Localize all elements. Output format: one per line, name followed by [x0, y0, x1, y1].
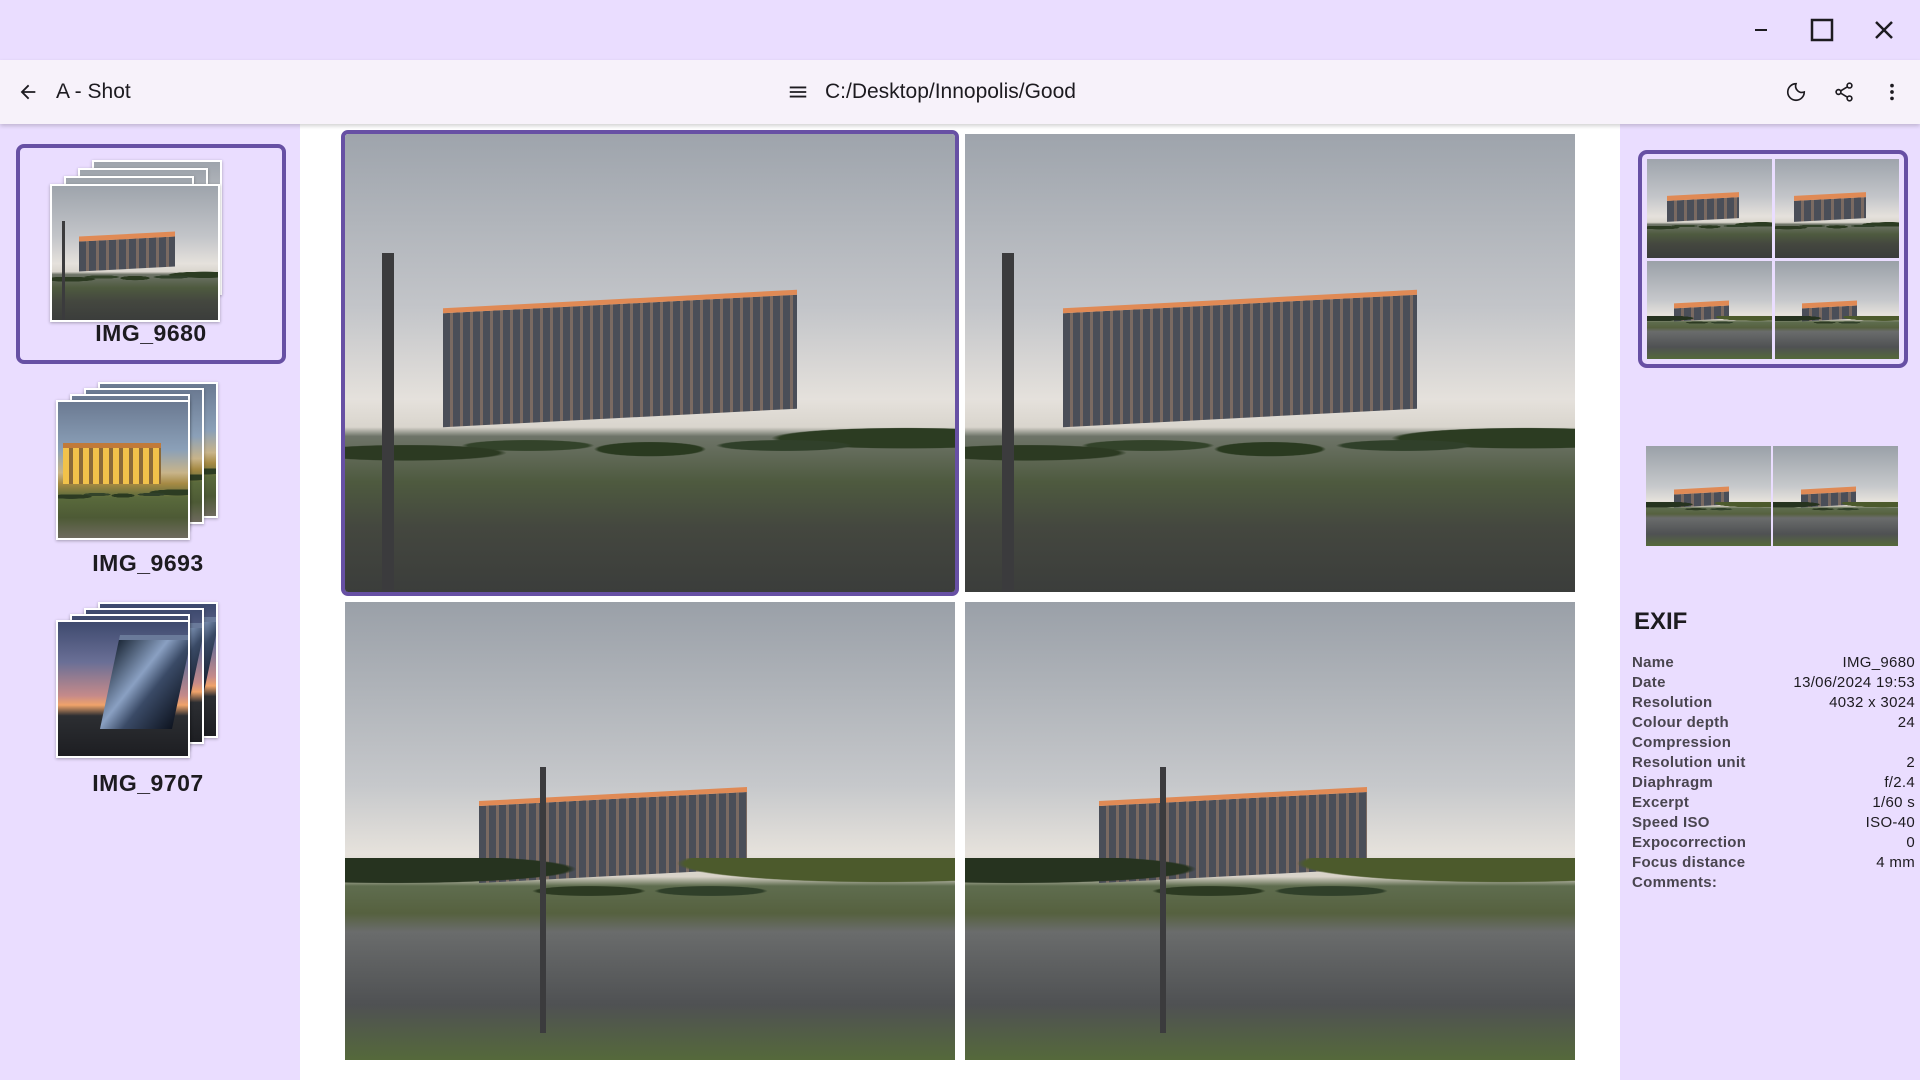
exif-value: 1/60 s: [1872, 794, 1915, 811]
exif-value: f/2.4: [1884, 774, 1915, 791]
app-title: A - Shot: [56, 80, 131, 103]
exif-label: Date: [1632, 674, 1666, 691]
file-item-img-9707[interactable]: IMG_9707: [16, 602, 286, 802]
exif-row: Date 13/06/2024 19:53: [1632, 674, 1915, 694]
exif-value: 0: [1906, 834, 1915, 851]
group-thumbnail: [1647, 159, 1772, 258]
file-item-img-9693[interactable]: IMG_9693: [16, 382, 286, 582]
dark-mode-moon-icon: [1786, 82, 1806, 102]
group-thumbnail: [1774, 159, 1899, 258]
exif-row: Comments:: [1632, 874, 1915, 894]
maximize-icon: [1810, 18, 1834, 42]
exif-value: 2: [1906, 754, 1915, 771]
exif-row: Speed ISO ISO-40: [1632, 814, 1915, 834]
exif-row: Name IMG_9680: [1632, 654, 1915, 674]
exif-row: Resolution unit 2: [1632, 754, 1915, 774]
group-thumbnail: [1773, 446, 1898, 546]
exif-label: Expocorrection: [1632, 834, 1747, 851]
exif-value: 4032 x 3024: [1829, 694, 1915, 711]
back-button[interactable]: [10, 74, 46, 110]
exif-label: Focus distance: [1632, 854, 1746, 871]
exif-row: Diaphragm f/2.4: [1632, 774, 1915, 794]
share-button[interactable]: [1826, 74, 1862, 110]
exif-label: Excerpt: [1632, 794, 1690, 811]
photo-grid: [300, 124, 1620, 1080]
share-icon: [1835, 82, 1853, 102]
exif-row: Focus distance 4 mm: [1632, 854, 1915, 874]
close-button[interactable]: [1866, 12, 1902, 48]
minimize-icon: [1755, 29, 1767, 31]
minimize-button[interactable]: [1743, 12, 1779, 48]
photo-stack-thumbnail: [56, 602, 236, 762]
exif-table: Name IMG_9680 Date 13/06/2024 19:53 Resolu…: [1632, 654, 1915, 894]
exif-label: Compression: [1632, 734, 1732, 751]
exif-label: Speed ISO: [1632, 814, 1710, 831]
exif-label: Resolution unit: [1632, 754, 1746, 771]
more-vert-icon: [1890, 83, 1894, 101]
photo-tile-1[interactable]: [341, 130, 959, 596]
exif-value: 24: [1897, 714, 1915, 731]
photo-stack-thumbnail: [50, 160, 230, 322]
exif-value: IMG_9680: [1842, 654, 1915, 671]
exif-value: 4 mm: [1876, 854, 1915, 871]
photo-tile-2[interactable]: [965, 134, 1575, 592]
photo-stack-thumbnail: [56, 382, 236, 542]
exif-label: Resolution: [1632, 694, 1713, 711]
folder-path: C:/Desktop/Innopolis/Good: [825, 80, 1076, 103]
file-name-label: IMG_9680: [95, 320, 207, 346]
file-name-label: IMG_9707: [92, 770, 204, 796]
exif-row: Compression: [1632, 734, 1915, 754]
group-thumbnail: [1774, 260, 1899, 359]
exif-value: 13/06/2024 19:53: [1793, 674, 1915, 691]
menu-button[interactable]: [780, 74, 816, 110]
exif-label: Diaphragm: [1632, 774, 1714, 791]
theme-toggle-button[interactable]: [1778, 74, 1814, 110]
group-thumbnail: [1647, 260, 1772, 359]
hamburger-menu-icon: [789, 86, 807, 98]
exif-row: Expocorrection 0: [1632, 834, 1915, 854]
window-title-bar: [0, 0, 1920, 60]
app-toolbar: A - Shot C:/Desktop/Innopolis/Good: [0, 60, 1920, 124]
more-options-button[interactable]: [1874, 74, 1910, 110]
exif-row: Excerpt 1/60 s: [1632, 794, 1915, 814]
similar-group-card-selected[interactable]: [1638, 150, 1908, 368]
exif-label: Comments:: [1632, 874, 1718, 891]
close-icon: [1875, 21, 1893, 39]
exif-label: Colour depth: [1632, 714, 1729, 731]
exif-row: Resolution 4032 x 3024: [1632, 694, 1915, 714]
arrow-back-icon: [20, 84, 36, 100]
photo-tile-4[interactable]: [965, 602, 1575, 1060]
exif-row: Colour depth 24: [1632, 714, 1915, 734]
exif-value: ISO-40: [1865, 814, 1915, 831]
file-item-img-9680[interactable]: IMG_9680: [16, 144, 286, 364]
group-thumbnail: [1646, 446, 1771, 546]
similar-group-card[interactable]: [1646, 446, 1898, 546]
details-panel: EXIF Name IMG_9680 Date 13/06/2024 19:53 R…: [1620, 124, 1920, 1080]
exif-label: Name: [1632, 654, 1675, 671]
photo-tile-3[interactable]: [345, 602, 955, 1060]
file-name-label: IMG_9693: [92, 550, 204, 576]
file-list-panel: IMG_9680 IMG_9693 IMG_9707: [0, 124, 300, 1080]
maximize-button[interactable]: [1804, 12, 1840, 48]
exif-heading: EXIF: [1634, 608, 1688, 635]
